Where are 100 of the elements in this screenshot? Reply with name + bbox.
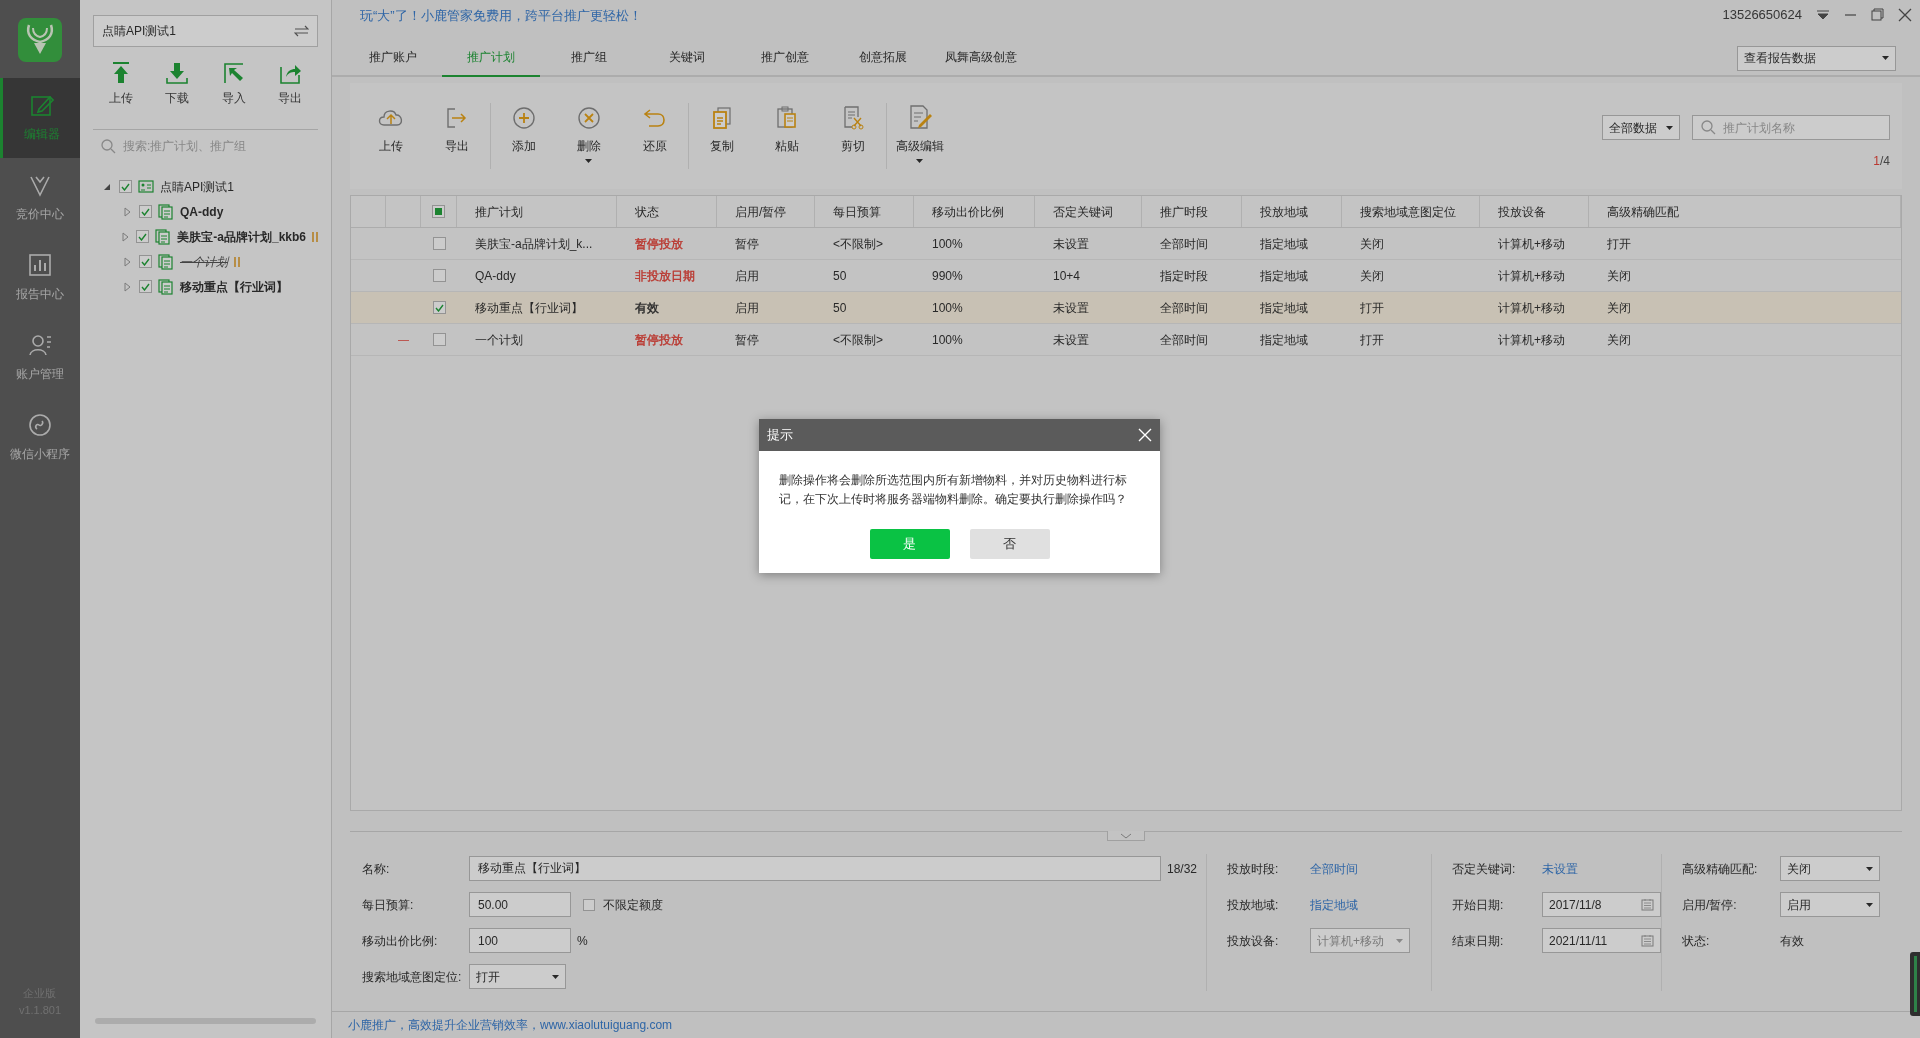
checkbox[interactable] bbox=[139, 255, 152, 268]
side-widget-icon[interactable] bbox=[1910, 952, 1920, 1016]
toolbar-button[interactable]: 剪切 bbox=[819, 103, 887, 170]
field-label: 移动出价比例: bbox=[362, 932, 439, 950]
toolbar-button[interactable]: 上传 bbox=[358, 103, 423, 156]
tree-item[interactable]: 点睛API测试1 bbox=[160, 177, 234, 196]
column-header[interactable]: 否定关键词 bbox=[1053, 202, 1113, 221]
field-label: 名称: bbox=[362, 860, 391, 878]
table-cell-text: 美肤宝-a品牌计划_k... bbox=[475, 235, 593, 253]
plan-search-field[interactable]: 推广计划名称 bbox=[1692, 115, 1890, 141]
caret-icon bbox=[585, 159, 592, 164]
date-field[interactable]: 2017/11/8 bbox=[1542, 892, 1661, 918]
toolbar-button[interactable]: 粘贴 bbox=[754, 103, 819, 156]
checkbox[interactable] bbox=[119, 180, 132, 193]
account-selector[interactable]: 点睛API测试1 bbox=[93, 15, 318, 47]
caret-icon bbox=[552, 974, 559, 979]
select-all-checkbox[interactable] bbox=[432, 205, 445, 219]
checkbox[interactable] bbox=[139, 205, 152, 218]
table-cell-text: 暂停投放 bbox=[635, 331, 683, 349]
collapse-handle[interactable] bbox=[1107, 831, 1145, 842]
tab[interactable]: 关键词 bbox=[638, 38, 736, 76]
checkbox[interactable] bbox=[432, 301, 446, 315]
select-field[interactable]: 启用 bbox=[1780, 892, 1880, 918]
horizontal-scrollbar[interactable] bbox=[95, 1018, 316, 1024]
table-cell-text: QA-ddy bbox=[475, 267, 516, 285]
column-header[interactable]: 推广计划 bbox=[475, 202, 523, 221]
checkbox[interactable] bbox=[139, 280, 152, 293]
column-header[interactable]: 投放设备 bbox=[1498, 202, 1546, 221]
checkbox[interactable] bbox=[432, 237, 446, 251]
caret-icon bbox=[1396, 938, 1403, 943]
field-suffix: 18/32 bbox=[1167, 860, 1198, 878]
toolbar-button[interactable]: 添加 bbox=[491, 103, 556, 156]
table-cell-text: 指定地域 bbox=[1260, 267, 1308, 285]
tree-toolbar-button[interactable]: 下载 bbox=[152, 61, 203, 107]
nav-item[interactable]: 微信小程序 bbox=[0, 398, 80, 478]
user-icon bbox=[28, 333, 52, 357]
row-marker: — bbox=[398, 332, 409, 348]
table-cell-text: 有效 bbox=[635, 299, 659, 317]
tree-item[interactable]: 移动重点【行业词】 bbox=[180, 277, 288, 296]
table-cell-text: 打开 bbox=[1360, 299, 1384, 317]
column-header[interactable]: 投放地域 bbox=[1260, 202, 1308, 221]
select-field[interactable]: 打开 bbox=[469, 964, 566, 990]
column-header[interactable]: 高级精确匹配 bbox=[1607, 202, 1679, 221]
toolbar-button[interactable]: 复制 bbox=[689, 103, 754, 156]
toolbar-button[interactable]: 高级编辑 bbox=[887, 103, 952, 164]
checkbox[interactable] bbox=[432, 333, 446, 347]
tree-item[interactable]: QA-ddy bbox=[180, 202, 224, 221]
tree-item[interactable]: 一个计划 bbox=[180, 252, 228, 271]
table-cell-text: 100% bbox=[932, 331, 963, 349]
toolbar-button[interactable]: 删除 bbox=[556, 103, 621, 164]
column-header[interactable]: 推广时段 bbox=[1160, 202, 1208, 221]
download-icon bbox=[165, 61, 190, 85]
close-icon[interactable] bbox=[1138, 428, 1152, 442]
tab[interactable]: 凤舞高级创意 bbox=[932, 38, 1030, 76]
dropdown-caret-icon bbox=[1816, 9, 1830, 21]
document-icon bbox=[158, 203, 174, 220]
table-row[interactable]: 移动重点【行业词】 有效 启用 50 100% 未设置 全部时间 指定地域 打开 计算机+移动 关闭 bbox=[351, 292, 1901, 325]
column-header[interactable]: 每日预算 bbox=[833, 202, 881, 221]
column-header[interactable]: 状态 bbox=[635, 202, 659, 221]
search-icon bbox=[101, 139, 116, 154]
nav-item[interactable]: 报告中心 bbox=[0, 238, 80, 318]
column-header[interactable]: 搜索地域意图定位 bbox=[1360, 202, 1456, 221]
checkbox[interactable] bbox=[136, 230, 150, 243]
tab[interactable]: 推广账户 bbox=[344, 38, 442, 76]
tree-toolbar-button[interactable]: 上传 bbox=[96, 61, 147, 107]
toolbar-button[interactable]: 导出 bbox=[423, 103, 491, 170]
caret-icon bbox=[1866, 902, 1873, 907]
tree-toolbar-button[interactable]: 导入 bbox=[208, 61, 259, 107]
date-field[interactable]: 2021/11/11 bbox=[1542, 928, 1661, 954]
document-icon bbox=[155, 228, 172, 245]
nav-item[interactable]: 竞价中心 bbox=[0, 158, 80, 238]
checkbox[interactable] bbox=[583, 898, 595, 911]
checkbox[interactable] bbox=[432, 269, 446, 283]
table-cell-text: 50 bbox=[833, 299, 847, 317]
field-value: 有效 bbox=[1780, 932, 1804, 950]
table-cell-text: 启用 bbox=[735, 267, 759, 285]
tree-toolbar-button[interactable]: 导出 bbox=[264, 61, 315, 107]
name-input[interactable]: 移动重点【行业词】 bbox=[469, 856, 1161, 882]
tab[interactable]: 创意拓展 bbox=[834, 38, 932, 76]
tab[interactable]: 推广组 bbox=[540, 38, 638, 76]
report-select[interactable]: 查看报告数据 bbox=[1737, 45, 1896, 71]
toolbar-button[interactable]: 还原 bbox=[621, 103, 689, 170]
table-cell-text: 全部时间 bbox=[1160, 299, 1208, 317]
tree-item[interactable]: 美肤宝-a品牌计划_kkb6 bbox=[177, 227, 306, 246]
select-field[interactable]: 关闭 bbox=[1780, 856, 1880, 882]
table-cell-text: <不限制> bbox=[833, 235, 883, 253]
table-cell-text: 计算机+移动 bbox=[1498, 267, 1565, 285]
column-header[interactable]: 移动出价比例 bbox=[932, 202, 1004, 221]
account-card-icon bbox=[138, 178, 154, 195]
data-filter-select[interactable]: 全部数据 bbox=[1602, 115, 1680, 141]
table-cell-text: 关闭 bbox=[1607, 331, 1631, 349]
number-input[interactable]: 100 bbox=[469, 928, 571, 954]
import-icon bbox=[221, 61, 246, 85]
column-header[interactable]: 启用/暂停 bbox=[735, 202, 787, 221]
document-icon bbox=[158, 253, 174, 270]
number-input[interactable]: 50.00 bbox=[469, 892, 571, 918]
tab[interactable]: 推广创意 bbox=[736, 38, 834, 76]
dialog-button[interactable]: 否 bbox=[969, 529, 1050, 559]
nav-item[interactable]: 账户管理 bbox=[0, 318, 80, 398]
tree-search-field[interactable]: 搜索:推广计划、推广组 bbox=[93, 130, 318, 162]
